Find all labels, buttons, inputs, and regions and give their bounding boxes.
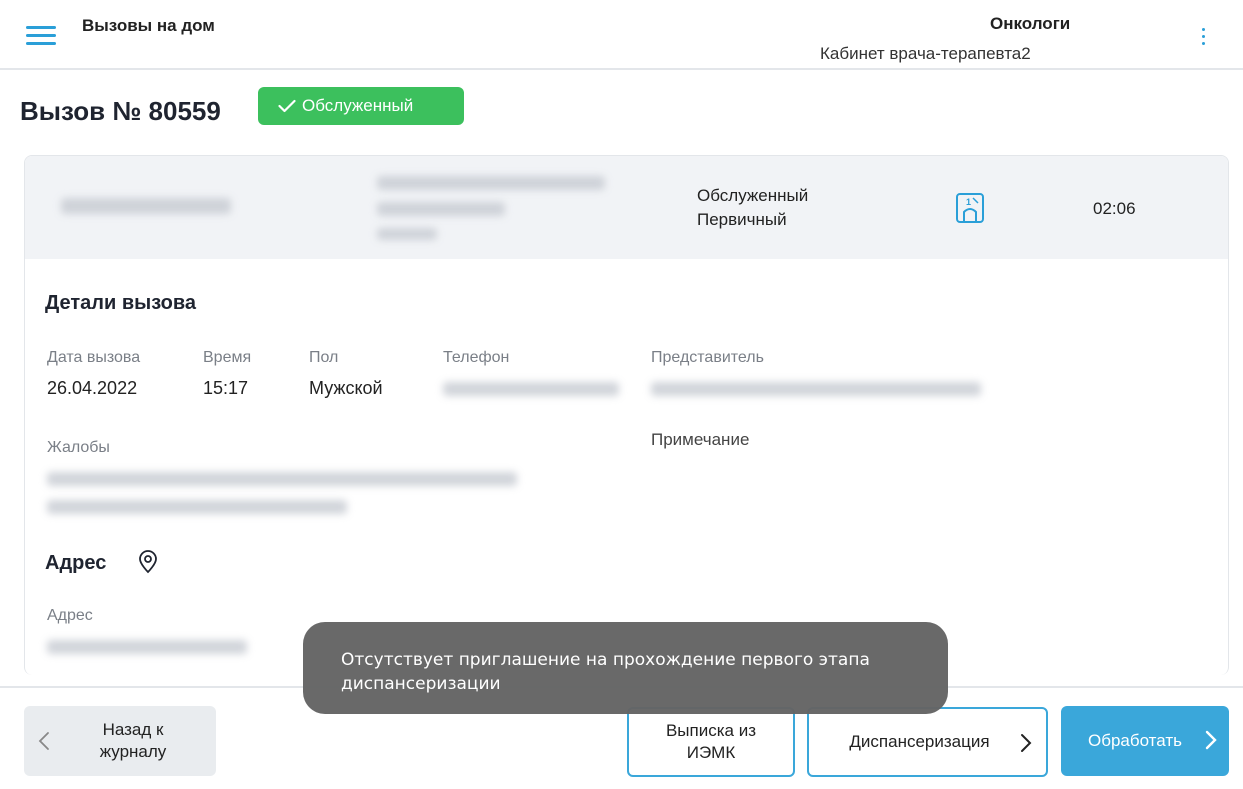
time-label: Время: [203, 349, 252, 366]
chevron-left-icon: [38, 732, 49, 750]
call-summary-row[interactable]: Обслуженный Первичный 1 02:06: [25, 156, 1228, 259]
chevron-right-icon: [1021, 734, 1032, 752]
back-label-line2: журналу: [99, 742, 167, 761]
gender-value: Мужской: [309, 378, 383, 398]
org-name: Онкологи: [990, 14, 1071, 33]
summary-status-text: Обслуженный: [697, 186, 809, 205]
summary-time: 02:06: [1093, 199, 1136, 218]
back-label-line1: Назад к: [102, 720, 164, 739]
summary-type-text: Первичный: [697, 210, 787, 229]
svg-text:1: 1: [966, 197, 971, 207]
emk-button-label: Выписка из ИЭМК: [666, 720, 756, 764]
redacted-patient-name: [377, 202, 505, 216]
time-value: 15:17: [203, 378, 249, 398]
note-label: Примечание: [651, 430, 750, 449]
summary-status: Обслуженный Первичный: [697, 184, 808, 232]
toast-notification: Отсутствует приглашение на прохождение п…: [303, 622, 948, 714]
redacted-phone: [443, 382, 619, 396]
status-badge: Обслуженный: [258, 87, 464, 125]
app-header: Вызовы на дом Онкологи Кабинет врача-тер…: [0, 0, 1243, 70]
process-button[interactable]: Обработать: [1061, 706, 1229, 776]
gender-label: Пол: [309, 349, 339, 366]
location-pin-icon: [139, 550, 157, 574]
back-button-label: Назад к журналу: [100, 719, 167, 763]
cabinet-name: Кабинет врача-терапевта2: [820, 44, 1031, 63]
page-title: Вызовы на дом: [82, 16, 215, 35]
call-title: Вызов № 80559: [20, 96, 221, 126]
emk-extract-button[interactable]: Выписка из ИЭМК: [627, 707, 795, 777]
call-card: Обслуженный Первичный 1 02:06 Детали выз…: [24, 155, 1229, 675]
representative-label: Представитель: [651, 349, 764, 366]
dispensary-button[interactable]: Диспансеризация: [807, 707, 1048, 777]
date-value: 26.04.2022: [47, 378, 138, 398]
address-section-title: Адрес: [45, 552, 107, 574]
redacted-address: [61, 198, 231, 214]
chevron-right-icon: [1205, 730, 1217, 750]
redacted-complaints: [47, 472, 517, 486]
redacted-address-value: [47, 640, 247, 654]
redacted-representative: [651, 382, 981, 396]
details-section-title: Детали вызова: [45, 292, 197, 314]
document-icon[interactable]: 1: [955, 192, 985, 224]
complaints-label: Жалобы: [47, 439, 110, 456]
address-label: Адрес: [47, 607, 93, 624]
back-to-journal-button[interactable]: Назад к журналу: [24, 706, 216, 776]
check-icon: [278, 99, 296, 113]
emk-label-line2: ИЭМК: [686, 743, 736, 762]
redacted-complaints: [47, 500, 347, 514]
dispensary-button-label: Диспансеризация: [849, 732, 990, 751]
process-button-label: Обработать: [1087, 731, 1182, 750]
kebab-menu-icon[interactable]: [1197, 28, 1209, 50]
hamburger-icon[interactable]: [26, 26, 56, 48]
status-badge-label: Обслуженный: [302, 96, 414, 115]
redacted-patient-birthdate: [377, 228, 437, 240]
emk-label-line1: Выписка из: [665, 721, 757, 740]
date-label: Дата вызова: [47, 349, 141, 366]
phone-label: Телефон: [443, 349, 510, 366]
redacted-patient-name: [377, 176, 605, 190]
